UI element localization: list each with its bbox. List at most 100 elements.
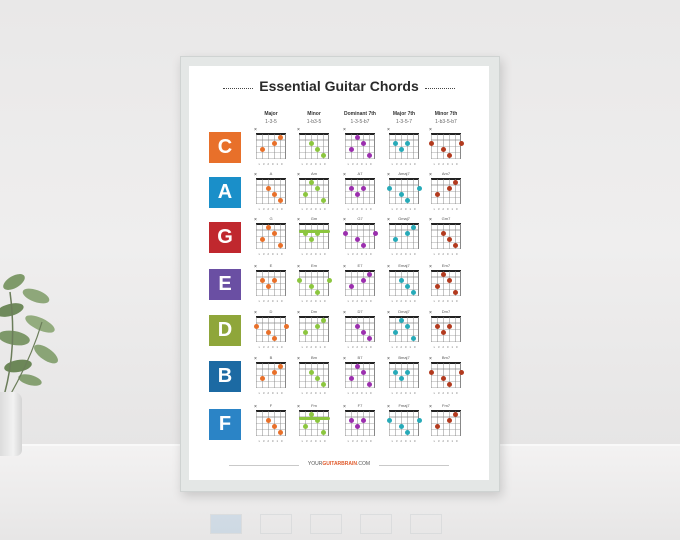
chord-root-badge: D [209, 315, 241, 346]
finger-dot [265, 284, 271, 289]
column-header: Minor 1-b3-5 [288, 111, 340, 125]
fingering-label: x 3 2 0 1 0 [301, 439, 327, 443]
finger-dot [354, 424, 360, 429]
fingering-label: x 3 2 0 1 0 [433, 345, 459, 349]
finger-dot [452, 412, 458, 417]
finger-dot [360, 278, 366, 283]
finger-dot [434, 324, 440, 329]
fingering-label: x 3 2 0 1 0 [347, 391, 373, 395]
poster-title: Essential Guitar Chords [259, 78, 419, 94]
fretboard-grid [256, 271, 286, 296]
fingering-label: x 3 2 0 1 0 [301, 162, 327, 166]
finger-dot [348, 376, 354, 381]
finger-dot [360, 243, 366, 248]
finger-dot [314, 376, 320, 381]
finger-dot [277, 243, 283, 248]
finger-dot [308, 141, 314, 146]
chord-name: D7 [357, 309, 363, 314]
fretboard-grid [345, 179, 375, 204]
fingering-label: x 3 2 0 1 0 [391, 299, 417, 303]
chord-name: A [269, 171, 273, 176]
chord-name: F [269, 403, 273, 408]
fingering-label: x 3 2 0 1 0 [433, 207, 459, 211]
chord-name: Amaj7 [398, 171, 410, 176]
column-name: Minor 7th [434, 111, 458, 117]
finger-dot [434, 424, 440, 429]
fingering-label: x 3 2 0 1 0 [258, 162, 284, 166]
chord-poster: Essential Guitar Chords Major 1-3-5 Minor 1… [189, 66, 489, 480]
chord-name: G [269, 216, 273, 221]
footer-line-right [379, 465, 449, 466]
finger-dot [404, 141, 410, 146]
fingering-label: x 3 2 0 1 0 [347, 252, 373, 256]
chord-name: G7 [357, 216, 363, 221]
finger-dot [360, 418, 366, 423]
finger-dot [348, 418, 354, 423]
fingering-label: x 3 2 0 1 0 [433, 391, 459, 395]
fingering-label: x 3 2 0 1 0 [433, 439, 459, 443]
chord-root-badge: E [209, 269, 241, 300]
chord-name: Emaj7 [398, 263, 410, 268]
finger-dot [259, 147, 265, 152]
finger-dot [308, 180, 314, 185]
fingering-label: x 3 2 0 1 0 [258, 391, 284, 395]
fretboard-grid [431, 317, 461, 342]
finger-dot [366, 272, 372, 277]
fretboard-grid [389, 363, 419, 388]
fingering-label: x 3 2 0 1 0 [258, 252, 284, 256]
chord-name: Dmaj7 [398, 309, 410, 314]
fingering-label: x 3 2 0 1 0 [347, 345, 373, 349]
finger-dot [404, 284, 410, 289]
finger-dot [271, 231, 277, 236]
chord-name: B [269, 355, 273, 360]
chord-name: A7 [357, 171, 363, 176]
chord-name: Gm [310, 216, 318, 221]
finger-dot [253, 324, 259, 329]
chord-root-badge: G [209, 222, 241, 253]
title-row: Essential Guitar Chords [189, 78, 489, 98]
finger-dot [404, 324, 410, 329]
chord-root-badge: F [209, 409, 241, 440]
finger-dot [366, 153, 372, 158]
finger-dot [398, 318, 404, 323]
chord-name: Fm7 [442, 403, 450, 408]
reflection-box [360, 514, 392, 534]
chord-name: Bmaj7 [398, 355, 410, 360]
finger-dot [314, 418, 320, 423]
fretboard-grid [345, 411, 375, 436]
column-name: Minor [307, 111, 321, 117]
finger-dot [428, 370, 434, 375]
finger-dot [410, 290, 416, 295]
finger-dot [360, 141, 366, 146]
finger-dot [446, 418, 452, 423]
finger-dot [440, 147, 446, 152]
finger-dot [404, 430, 410, 435]
finger-dot [410, 225, 416, 230]
finger-dot [314, 147, 320, 152]
finger-dot [398, 376, 404, 381]
finger-dot [446, 153, 452, 158]
plant-pot [0, 392, 22, 456]
finger-dot [392, 330, 398, 335]
finger-dot [259, 278, 265, 283]
finger-dot [277, 430, 283, 435]
fingering-label: x 3 2 0 1 0 [347, 299, 373, 303]
finger-dot [386, 418, 392, 423]
chord-name: E [269, 263, 273, 268]
finger-dot [354, 324, 360, 329]
reflection-box [410, 514, 442, 534]
finger-dot [458, 141, 464, 146]
title-dots-right [425, 88, 455, 89]
fingering-label: x 3 2 0 1 0 [433, 162, 459, 166]
finger-dot [434, 192, 440, 197]
fingering-label: x 3 2 0 1 0 [391, 391, 417, 395]
finger-dot [265, 330, 271, 335]
finger-dot [392, 237, 398, 242]
fingering-label: x 3 2 0 1 0 [433, 299, 459, 303]
finger-dot [416, 186, 422, 191]
fingering-label: x 3 2 0 1 0 [301, 207, 327, 211]
finger-dot [277, 198, 283, 203]
finger-dot [398, 278, 404, 283]
fingering-label: x 3 2 0 1 0 [347, 162, 373, 166]
finger-dot [302, 330, 308, 335]
